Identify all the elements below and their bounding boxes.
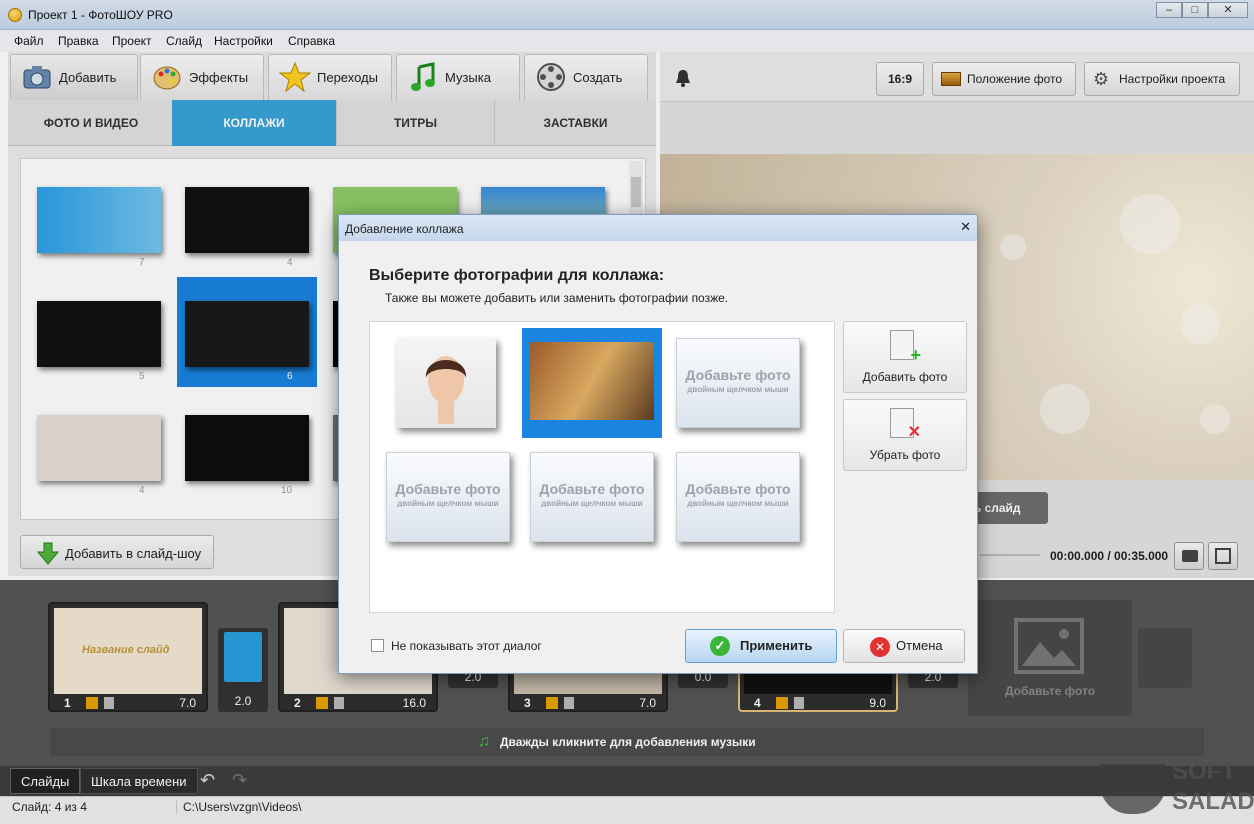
dont-show-checkbox[interactable] [371,639,384,652]
photo-slot-1[interactable] [396,338,496,428]
dialog-title-bar: Добавление коллажа ✕ [339,215,977,241]
placeholder-title: Добавьте фото [539,481,645,497]
cancel-label: Отмена [896,638,943,653]
photo-slot-6[interactable]: Добавьте фото двойным щелчком мыши [676,452,800,542]
portrait-photo [425,356,467,424]
placeholder-hint: двойным щелчком мыши [541,499,643,508]
placeholder-hint: двойным щелчком мыши [687,499,789,508]
add-photo-button[interactable]: + Добавить фото [843,321,967,393]
remove-file-icon: ✕ [890,408,921,441]
add-collage-dialog: Добавление коллажа ✕ Выберите фотографии… [338,214,978,674]
apply-button[interactable]: ✓ Применить [685,629,837,663]
dialog-title: Добавление коллажа [345,222,464,236]
watermark-bowl-icon [1100,764,1166,814]
check-icon: ✓ [710,636,730,656]
placeholder-hint: двойным щелчком мыши [397,499,499,508]
dialog-subheading: Также вы можете добавить или заменить фо… [385,291,729,305]
apply-label: Применить [740,638,813,653]
add-photo-label: Добавить фото [862,370,948,384]
dont-show-label: Не показывать этот диалог [391,639,542,653]
photo-image [530,342,654,420]
remove-photo-button[interactable]: ✕ Убрать фото [843,399,967,471]
remove-photo-label: Убрать фото [869,448,941,462]
cancel-icon: ✕ [870,637,890,657]
softsalad-watermark: SOFT SALAD [1100,752,1254,820]
placeholder-hint: двойным щелчком мыши [687,385,789,394]
photo-slot-2-selected[interactable] [522,328,662,438]
photo-slot-4[interactable]: Добавьте фото двойным щелчком мыши [386,452,510,542]
placeholder-title: Добавьте фото [685,367,791,383]
collage-photo-grid: Добавьте фото двойным щелчком мыши Добавь… [369,321,835,613]
dialog-heading: Выберите фотографии для коллажа: [369,267,665,284]
photo-slot-5[interactable]: Добавьте фото двойным щелчком мыши [530,452,654,542]
photo-slot-3[interactable]: Добавьте фото двойным щелчком мыши [676,338,800,428]
close-icon[interactable]: ✕ [960,219,971,235]
placeholder-title: Добавьте фото [395,481,501,497]
cancel-button[interactable]: ✕ Отмена [843,629,965,663]
placeholder-title: Добавьте фото [685,481,791,497]
watermark-line1: SOFT [1172,758,1236,785]
add-file-icon: + [890,330,921,364]
watermark-line2: SALAD [1172,788,1254,815]
